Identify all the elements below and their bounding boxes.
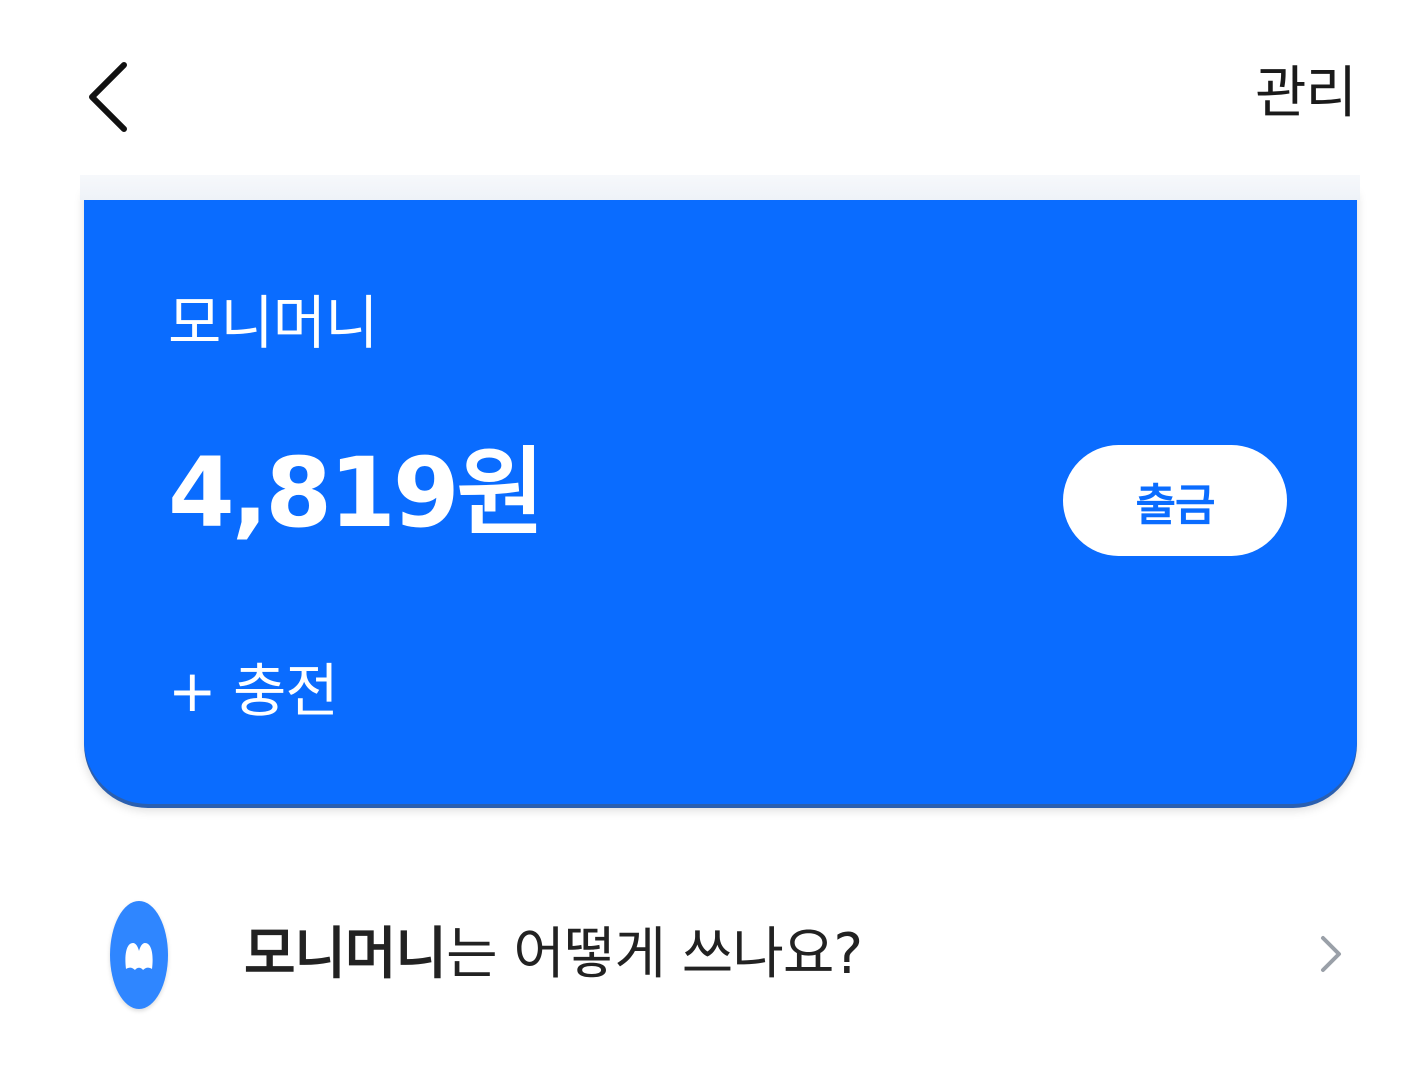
logo-mark [125,943,153,970]
chevron-right-icon [1318,934,1344,978]
manage-button[interactable]: 관리 [1255,56,1357,132]
back-button[interactable] [78,52,138,142]
wallet-screen: 관리 모니머니 4,819원 출금 + 충전 모니머니는 어떻게 쓰나요? [0,0,1410,1073]
withdraw-button[interactable]: 출금 [1063,445,1287,556]
top-bar: 관리 [0,0,1410,175]
help-question-brand: 모니머니 [244,922,447,987]
help-question-rest: 는 어떻게 쓰나요? [446,922,863,987]
wallet-title: 모니머니 [168,289,378,357]
balance-amount: 4,819원 [168,437,545,549]
charge-button[interactable]: + 충전 [168,656,339,726]
help-row[interactable]: 모니머니는 어떻게 쓰나요? [100,890,1370,1020]
monimoney-logo-icon [110,901,168,1009]
wallet-card: 모니머니 4,819원 출금 + 충전 [84,188,1357,804]
chevron-left-icon [89,62,127,132]
help-question: 모니머니는 어떻게 쓰나요? [244,920,863,990]
